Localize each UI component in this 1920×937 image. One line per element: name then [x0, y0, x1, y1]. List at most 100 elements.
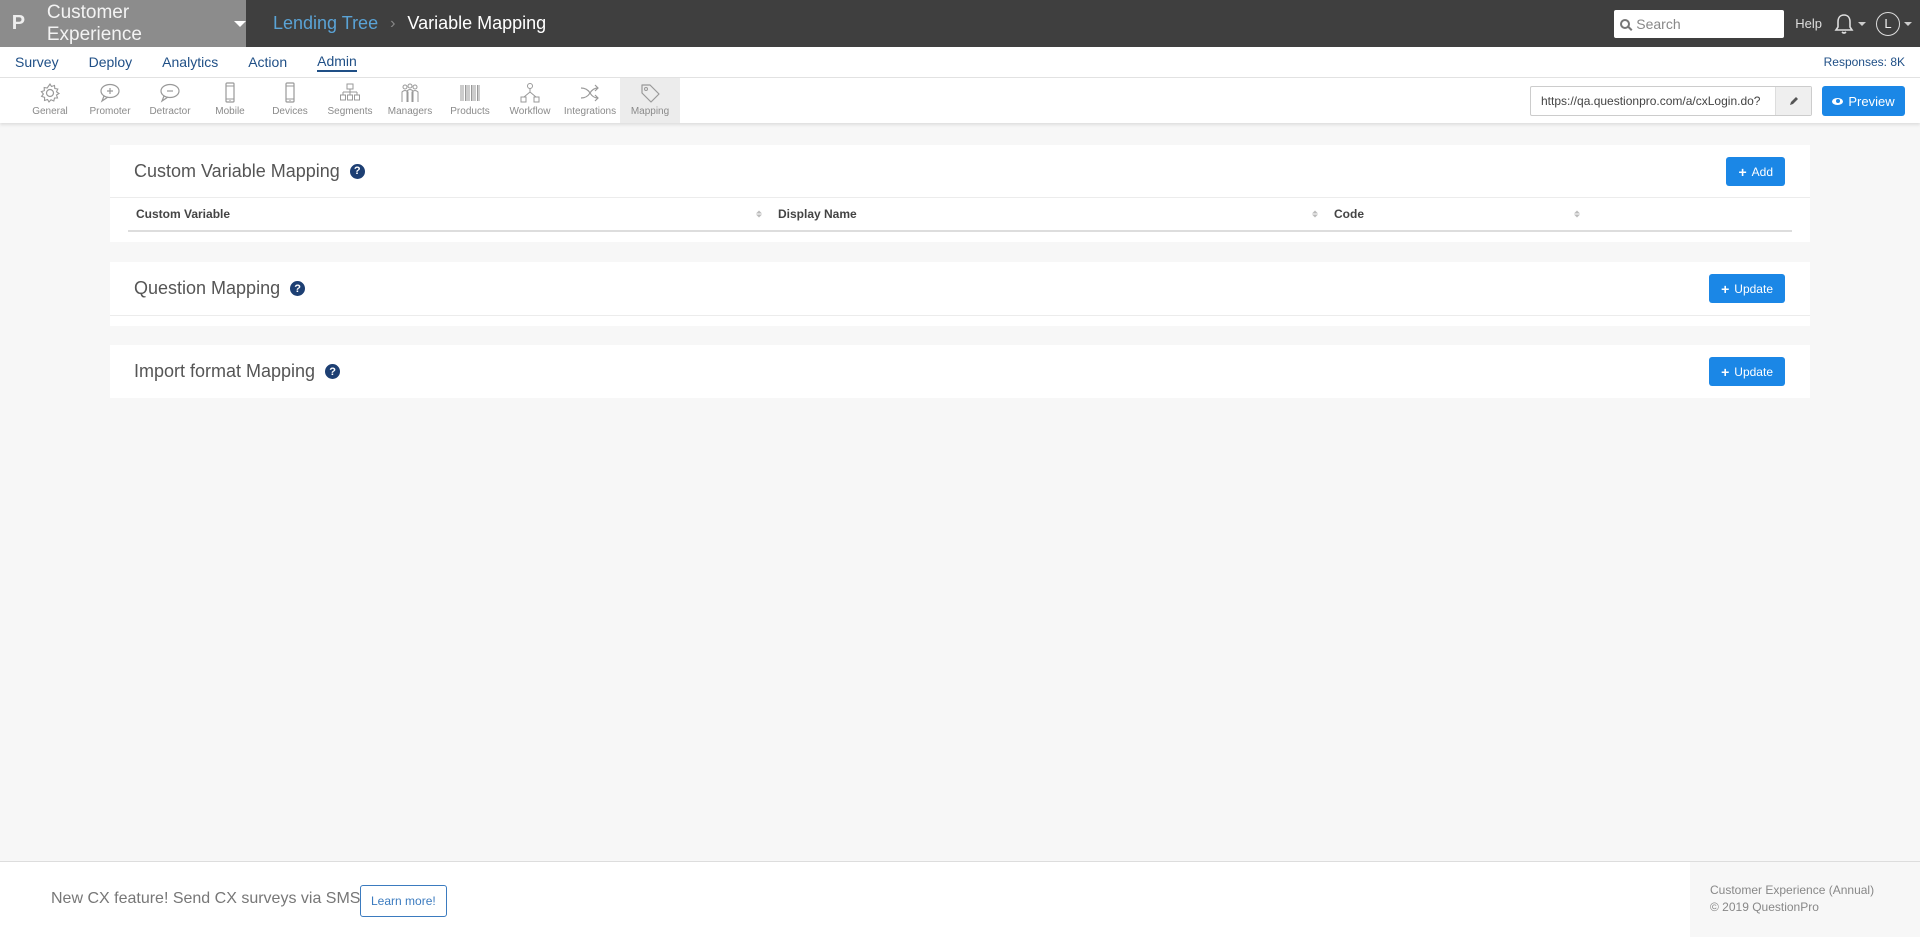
bell-icon — [1834, 13, 1854, 34]
tool-integrations[interactable]: Integrations — [560, 78, 620, 123]
sitemap-icon — [340, 83, 360, 101]
caret-down-icon — [234, 20, 246, 27]
tool-label: Products — [450, 106, 490, 117]
devices-icon — [285, 82, 295, 103]
preview-label: Preview — [1848, 93, 1895, 109]
workflow-icon — [520, 83, 540, 103]
tag-icon — [641, 84, 660, 103]
panel-title: Import format Mapping — [134, 361, 316, 381]
update-label: Update — [1734, 364, 1773, 379]
tool-label: Managers — [387, 106, 433, 117]
pencil-icon — [1789, 97, 1798, 105]
tool-general[interactable]: General — [20, 78, 80, 123]
divider — [110, 315, 1810, 316]
tool-mapping[interactable]: Mapping — [620, 78, 680, 123]
eye-icon — [1832, 97, 1844, 105]
gear-icon — [40, 82, 61, 103]
nav-deploy[interactable]: Deploy — [89, 54, 133, 71]
breadcrumb-separator-icon: › — [390, 14, 396, 32]
tool-detractor[interactable]: Detractor — [140, 78, 200, 123]
column-label: Custom Variable — [136, 207, 231, 221]
top-bar: P Customer Experience Lending Tree › Var… — [0, 0, 1920, 47]
tool-label: Devices — [272, 106, 308, 117]
column-header-code[interactable]: Code — [1326, 198, 1588, 230]
shuffle-icon — [580, 84, 599, 102]
custom-variable-mapping-panel: Custom Variable Mapping ? + Add Custom V… — [110, 145, 1810, 242]
table-header: Custom Variable Display Name Code — [128, 198, 1792, 232]
product-switcher[interactable]: P Customer Experience — [0, 0, 246, 47]
feature-promo: New CX feature! Send CX surveys via SMS — [51, 890, 361, 907]
tool-label: Mapping — [630, 106, 670, 117]
survey-url-field[interactable]: https://qa.questionpro.com/a/cxLogin.do? — [1530, 86, 1812, 116]
sort-icon — [1574, 210, 1580, 218]
search-icon — [1620, 18, 1631, 29]
product-name: Customer Experience — [46, 1, 142, 45]
help-link[interactable]: Help — [1795, 16, 1822, 31]
top-right-controls: Help L — [1614, 0, 1920, 47]
tool-segments[interactable]: Segments — [320, 78, 380, 123]
copyright: © 2019 QuestionPro — [1710, 900, 1819, 914]
footer-info: Customer Experience (Annual) © 2019 Ques… — [1690, 862, 1920, 937]
panel-header: Question Mapping ? + Update — [110, 262, 1810, 315]
tool-label: Workflow — [509, 106, 551, 117]
survey-url[interactable]: https://qa.questionpro.com/a/cxLogin.do? — [1531, 94, 1775, 108]
question-mapping-panel: Question Mapping ? + Update — [110, 262, 1810, 326]
column-label: Display Name — [778, 207, 857, 221]
tool-label: Segments — [327, 106, 373, 117]
avatar: L — [1876, 11, 1900, 36]
notifications-button[interactable] — [1834, 13, 1866, 35]
column-header-display-name[interactable]: Display Name — [770, 198, 1326, 230]
breadcrumb: Lending Tree › Variable Mapping — [273, 13, 546, 34]
add-label: Add — [1751, 164, 1773, 179]
nav-survey[interactable]: Survey — [15, 54, 59, 71]
tool-managers[interactable]: Managers — [380, 78, 440, 123]
breadcrumb-parent[interactable]: Lending Tree — [273, 13, 378, 34]
search-box[interactable] — [1614, 9, 1785, 38]
mobile-icon — [225, 82, 235, 103]
search-input[interactable] — [1636, 15, 1777, 32]
tool-label: Mobile — [215, 106, 245, 117]
tool-workflow[interactable]: Workflow — [500, 78, 560, 123]
tool-label: Detractor — [149, 106, 191, 117]
nav-action[interactable]: Action — [248, 54, 287, 71]
plus-icon: + — [1738, 163, 1747, 180]
help-circle-icon[interactable]: ? — [349, 163, 365, 179]
panel-title: Custom Variable Mapping — [134, 160, 340, 181]
main-nav: Survey Deploy Analytics Action Admin Res… — [0, 47, 1920, 78]
tool-promoter[interactable]: Promoter — [80, 78, 140, 123]
sort-icon — [756, 210, 762, 218]
import-format-mapping-panel: Import format Mapping ? + Update — [110, 345, 1810, 398]
help-circle-icon[interactable]: ? — [325, 364, 341, 379]
column-label: Code — [1334, 207, 1364, 221]
footer: New CX feature! Send CX surveys via SMS … — [0, 861, 1920, 937]
panel-header: Import format Mapping ? + Update — [110, 345, 1810, 398]
admin-toolbar: General Promoter Detractor Mobile Device… — [0, 78, 1920, 123]
nav-analytics[interactable]: Analytics — [162, 54, 218, 71]
update-button[interactable]: + Update — [1709, 274, 1785, 303]
panel-title: Question Mapping — [134, 278, 281, 298]
add-button[interactable]: + Add — [1726, 157, 1785, 186]
edit-url-button[interactable] — [1775, 87, 1811, 115]
user-menu[interactable]: L — [1866, 11, 1912, 36]
update-label: Update — [1734, 281, 1773, 296]
barcode-icon — [460, 85, 480, 101]
nav-admin[interactable]: Admin — [317, 53, 357, 72]
plus-icon: + — [1721, 280, 1730, 297]
users-icon — [401, 83, 419, 102]
panel-header: Custom Variable Mapping ? + Add — [110, 145, 1810, 197]
tool-mobile[interactable]: Mobile — [200, 78, 260, 123]
plus-icon: + — [1721, 363, 1730, 380]
plan-name: Customer Experience (Annual) — [1710, 883, 1875, 897]
column-header-custom-variable[interactable]: Custom Variable — [128, 198, 770, 230]
questionpro-logo: P — [11, 12, 26, 34]
tool-devices[interactable]: Devices — [260, 78, 320, 123]
responses-count: Responses: 8K — [1823, 55, 1905, 69]
page-title: Variable Mapping — [407, 13, 547, 33]
sort-icon — [1312, 210, 1318, 218]
update-button[interactable]: + Update — [1709, 357, 1785, 386]
learn-more-button[interactable]: Learn more! — [360, 885, 447, 917]
tool-products[interactable]: Products — [440, 78, 500, 123]
help-circle-icon[interactable]: ? — [290, 281, 306, 296]
tool-label: Promoter — [89, 106, 131, 117]
preview-button[interactable]: Preview — [1822, 86, 1905, 116]
